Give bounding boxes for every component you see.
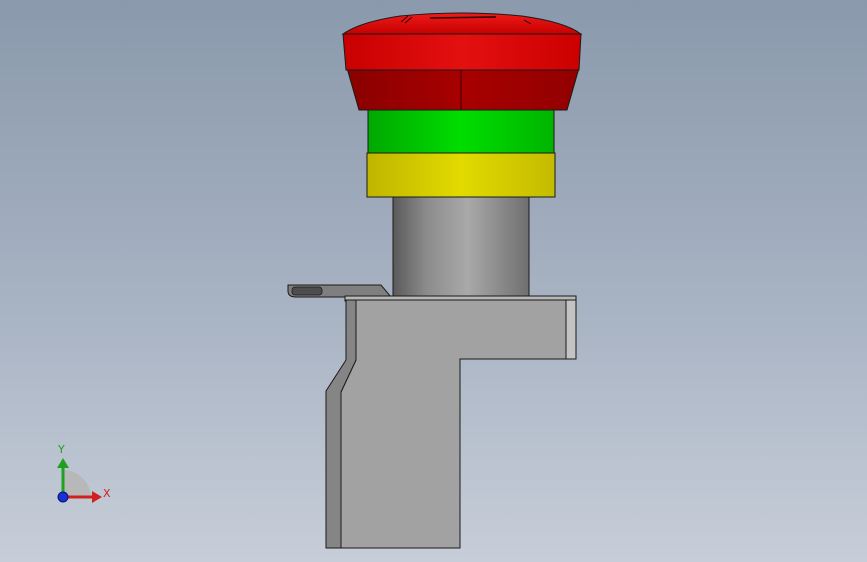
y-axis-arrow <box>57 458 69 468</box>
model-canvas[interactable] <box>0 0 867 562</box>
reference-triad <box>57 458 102 503</box>
actuator-stem[interactable] <box>392 196 530 297</box>
triad-x-label: X <box>103 487 111 500</box>
green-ring[interactable] <box>367 109 555 154</box>
yellow-ring[interactable] <box>366 152 556 198</box>
triad-y-label: Y <box>58 443 65 456</box>
z-axis-dot <box>57 491 69 503</box>
mushroom-cap[interactable] <box>341 12 583 111</box>
x-axis-arrow <box>92 491 102 503</box>
graphics-viewport[interactable]: Y X <box>0 0 867 562</box>
mounting-bracket[interactable] <box>287 284 577 549</box>
